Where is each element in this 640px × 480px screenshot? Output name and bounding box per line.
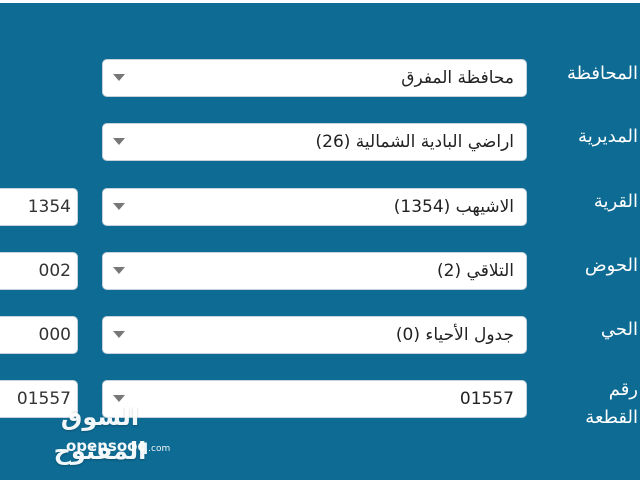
village-code-value: 1354 xyxy=(27,197,71,217)
chevron-down-icon xyxy=(113,331,125,338)
plot-number-value: 01557 xyxy=(459,389,514,409)
directorate-label: المديرية xyxy=(578,126,638,147)
governorate-select[interactable]: محافظة المفرق xyxy=(102,59,527,97)
watermark-suffix: .com xyxy=(148,444,171,454)
basin-value: التلاقي (2) xyxy=(437,261,514,281)
neighborhood-code-field[interactable]: 000 xyxy=(0,316,78,354)
basin-select[interactable]: التلاقي (2) xyxy=(102,252,527,290)
village-select[interactable]: الاشيهب (1354) xyxy=(102,188,527,226)
watermark-latin: opensooq.com xyxy=(66,436,170,459)
plot-number-label: رقم القطعة xyxy=(585,379,638,428)
chevron-down-icon xyxy=(113,138,125,145)
neighborhood-select[interactable]: جدول الأحياء (0) xyxy=(102,316,527,354)
village-code-field[interactable]: 1354 xyxy=(0,188,78,226)
village-value: الاشيهب (1354) xyxy=(393,197,514,217)
governorate-label: المحافظة xyxy=(566,63,638,84)
chevron-down-icon xyxy=(113,74,125,81)
watermark-brand: opensooq xyxy=(66,437,149,455)
directorate-select[interactable]: اراضي البادية الشمالية (26) xyxy=(102,123,527,161)
opensooq-watermark: السوق المفتوح opensooq.com xyxy=(18,400,178,470)
neighborhood-value: جدول الأحياء (0) xyxy=(395,325,514,345)
village-label: القرية xyxy=(593,191,638,212)
directorate-value: اراضي البادية الشمالية (26) xyxy=(315,132,514,152)
top-border-line xyxy=(0,0,640,3)
basin-code-value: 002 xyxy=(38,261,71,281)
governorate-value: محافظة المفرق xyxy=(401,68,514,88)
neighborhood-code-value: 000 xyxy=(38,325,71,345)
chevron-down-icon xyxy=(113,203,125,210)
basin-label: الحوض xyxy=(584,255,638,276)
neighborhood-label: الحي xyxy=(600,319,638,340)
chevron-down-icon xyxy=(113,267,125,274)
basin-code-field[interactable]: 002 xyxy=(0,252,78,290)
